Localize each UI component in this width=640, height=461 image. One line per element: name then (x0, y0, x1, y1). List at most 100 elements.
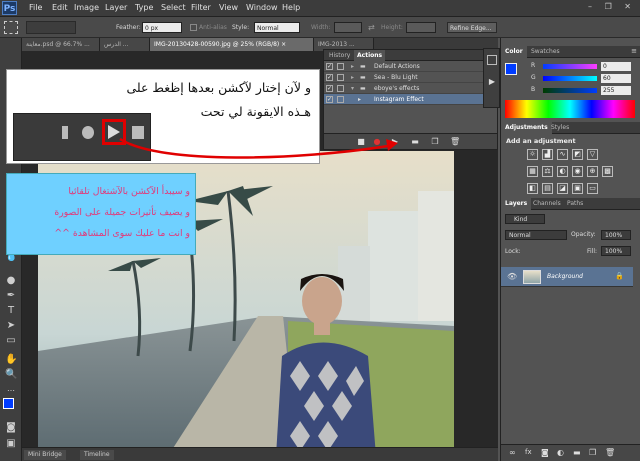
menu-layer[interactable]: Layer (105, 3, 127, 12)
swatches-tab[interactable]: Swatches (527, 46, 564, 58)
menu-file[interactable]: File (29, 3, 42, 12)
green-slider[interactable]: G 60 (505, 74, 635, 84)
antialias-checkbox[interactable] (190, 24, 197, 31)
mask-icon[interactable]: ◙ (541, 448, 549, 457)
layer-filter-select[interactable]: Kind (505, 214, 545, 224)
levels-icon[interactable]: ▟ (542, 149, 553, 160)
mini-bridge-tab[interactable]: Mini Bridge (24, 450, 66, 460)
screen-mode-icon[interactable]: ▣ (5, 438, 17, 450)
blue-value[interactable]: 255 (601, 86, 631, 95)
exposure-icon[interactable]: ◩ (572, 149, 583, 160)
threshold-icon[interactable]: ◪ (557, 183, 568, 194)
curves-icon[interactable]: ∿ (557, 149, 568, 160)
actions-panel-icon[interactable]: ▶ (487, 77, 497, 87)
posterize-icon[interactable]: ▤ (542, 183, 553, 194)
styles-tab[interactable]: Styles (547, 122, 573, 134)
menu-help[interactable]: Help (282, 3, 300, 12)
delete-icon[interactable]: 🗑 (450, 137, 460, 147)
layer-row[interactable]: 👁 Background 🔒 (501, 267, 633, 287)
actions-tab[interactable]: Actions (354, 50, 386, 61)
gradient-map-icon[interactable]: ▭ (587, 183, 598, 194)
hue-saturation-icon[interactable]: ▦ (527, 166, 538, 177)
type-tool-icon[interactable]: T (5, 305, 17, 317)
red-value[interactable]: 0 (601, 62, 631, 71)
hand-tool-icon[interactable]: ✋ (5, 354, 17, 366)
expand-arrow-icon[interactable]: ▸ (351, 72, 354, 83)
doc-tab-lesson[interactable]: الدرس ... (100, 38, 150, 51)
record-icon[interactable]: ● (372, 137, 382, 147)
history-tab[interactable]: History (326, 50, 353, 61)
adjustment-layer-icon[interactable]: ◐ (557, 448, 564, 457)
new-set-icon[interactable]: ▬ (410, 137, 420, 147)
new-layer-icon[interactable]: ❐ (589, 448, 596, 457)
width-input[interactable] (334, 22, 362, 33)
channel-mixer-icon[interactable]: ⊕ (587, 166, 598, 177)
doc-tab-active[interactable]: IMG-20130428-00590.jpg @ 25% (RGB/8) × (150, 38, 314, 51)
expand-arrow-icon[interactable]: ▸ (351, 61, 354, 72)
fill-input[interactable]: 100% (601, 246, 631, 256)
menu-view[interactable]: View (219, 3, 238, 12)
new-action-icon[interactable]: ❐ (430, 137, 440, 147)
menu-window[interactable]: Window (246, 3, 278, 12)
swap-icon[interactable]: ⇄ (368, 23, 375, 32)
action-check-icon[interactable]: ✓ (326, 74, 333, 81)
shape-tool-icon[interactable]: ▭ (5, 335, 17, 347)
color-lookup-icon[interactable]: ▩ (602, 166, 613, 177)
menu-type[interactable]: Type (135, 3, 153, 12)
dodge-tool-icon[interactable]: ● (5, 275, 17, 287)
color-balance-icon[interactable]: ⚖ (542, 166, 553, 177)
timeline-tab[interactable]: Timeline (80, 450, 114, 460)
action-row-selected[interactable]: ✓ ▸ Instagram Effect (324, 94, 497, 105)
refine-edge-button[interactable]: Refine Edge... (447, 22, 497, 33)
action-check-icon[interactable]: ✓ (326, 85, 333, 92)
menu-filter[interactable]: Filter (191, 3, 211, 12)
pen-tool-icon[interactable]: ✒ (5, 290, 17, 302)
dialog-toggle-icon[interactable] (337, 85, 344, 92)
style-select[interactable]: Normal (254, 22, 300, 33)
doc-tab-preview[interactable]: معاينة.psd @ 66.7% ... (22, 38, 100, 51)
more-tools-icon[interactable]: … (5, 383, 17, 395)
black-white-icon[interactable]: ◐ (557, 166, 568, 177)
expand-arrow-icon[interactable]: ▸ (358, 94, 361, 105)
selection-mode-buttons[interactable] (26, 21, 76, 34)
collapse-arrow-icon[interactable]: ▾ (351, 83, 354, 94)
dialog-toggle-icon[interactable] (337, 74, 344, 81)
action-check-icon[interactable]: ✓ (326, 63, 333, 70)
menu-image[interactable]: Image (74, 3, 99, 12)
path-select-tool-icon[interactable]: ➤ (5, 320, 17, 332)
vibrance-icon[interactable]: ▽ (587, 149, 598, 160)
menu-edit[interactable]: Edit (52, 3, 68, 12)
color-spectrum[interactable] (505, 100, 635, 118)
adjustments-tab[interactable]: Adjustments (501, 122, 552, 134)
opacity-input[interactable]: 100% (601, 230, 631, 240)
photo-filter-icon[interactable]: ◉ (572, 166, 583, 177)
zoom-tool-icon[interactable]: 🔍 (5, 369, 17, 381)
visibility-eye-icon[interactable]: 👁 (507, 272, 517, 281)
feather-input[interactable]: 0 px (142, 22, 182, 33)
channels-tab[interactable]: Channels (529, 198, 565, 210)
window-controls[interactable]: – ❐ ✕ (588, 2, 636, 11)
history-panel-icon[interactable] (487, 55, 497, 65)
menu-select[interactable]: Select (161, 3, 186, 12)
blend-mode-select[interactable]: Normal (505, 230, 567, 240)
group-icon[interactable]: ▬ (573, 448, 581, 457)
red-slider[interactable]: R 0 (505, 62, 635, 72)
invert-icon[interactable]: ◧ (527, 183, 538, 194)
selective-color-icon[interactable]: ▣ (572, 183, 583, 194)
color-tab[interactable]: Color (501, 46, 527, 58)
height-input[interactable] (406, 22, 436, 33)
dialog-toggle-icon[interactable] (337, 96, 344, 103)
stop-icon[interactable]: ■ (356, 137, 366, 147)
foreground-color-swatch[interactable] (3, 398, 14, 409)
fx-icon[interactable]: fx (525, 448, 532, 456)
link-icon[interactable]: ∞ (509, 448, 516, 457)
marquee-tool-icon[interactable] (4, 21, 18, 34)
action-check-icon[interactable]: ✓ (326, 96, 333, 103)
play-icon[interactable]: ▶ (390, 137, 400, 147)
action-set-row[interactable]: ✓ ▸ ▬ Default Actions (324, 61, 497, 72)
action-set-row[interactable]: ✓ ▾ ▬ eboye's effects (324, 83, 497, 94)
brightness-icon[interactable]: ☼ (527, 149, 538, 160)
quick-mask-icon[interactable]: ◙ (5, 422, 17, 434)
trash-icon[interactable]: 🗑 (605, 448, 615, 457)
green-value[interactable]: 60 (601, 74, 631, 83)
